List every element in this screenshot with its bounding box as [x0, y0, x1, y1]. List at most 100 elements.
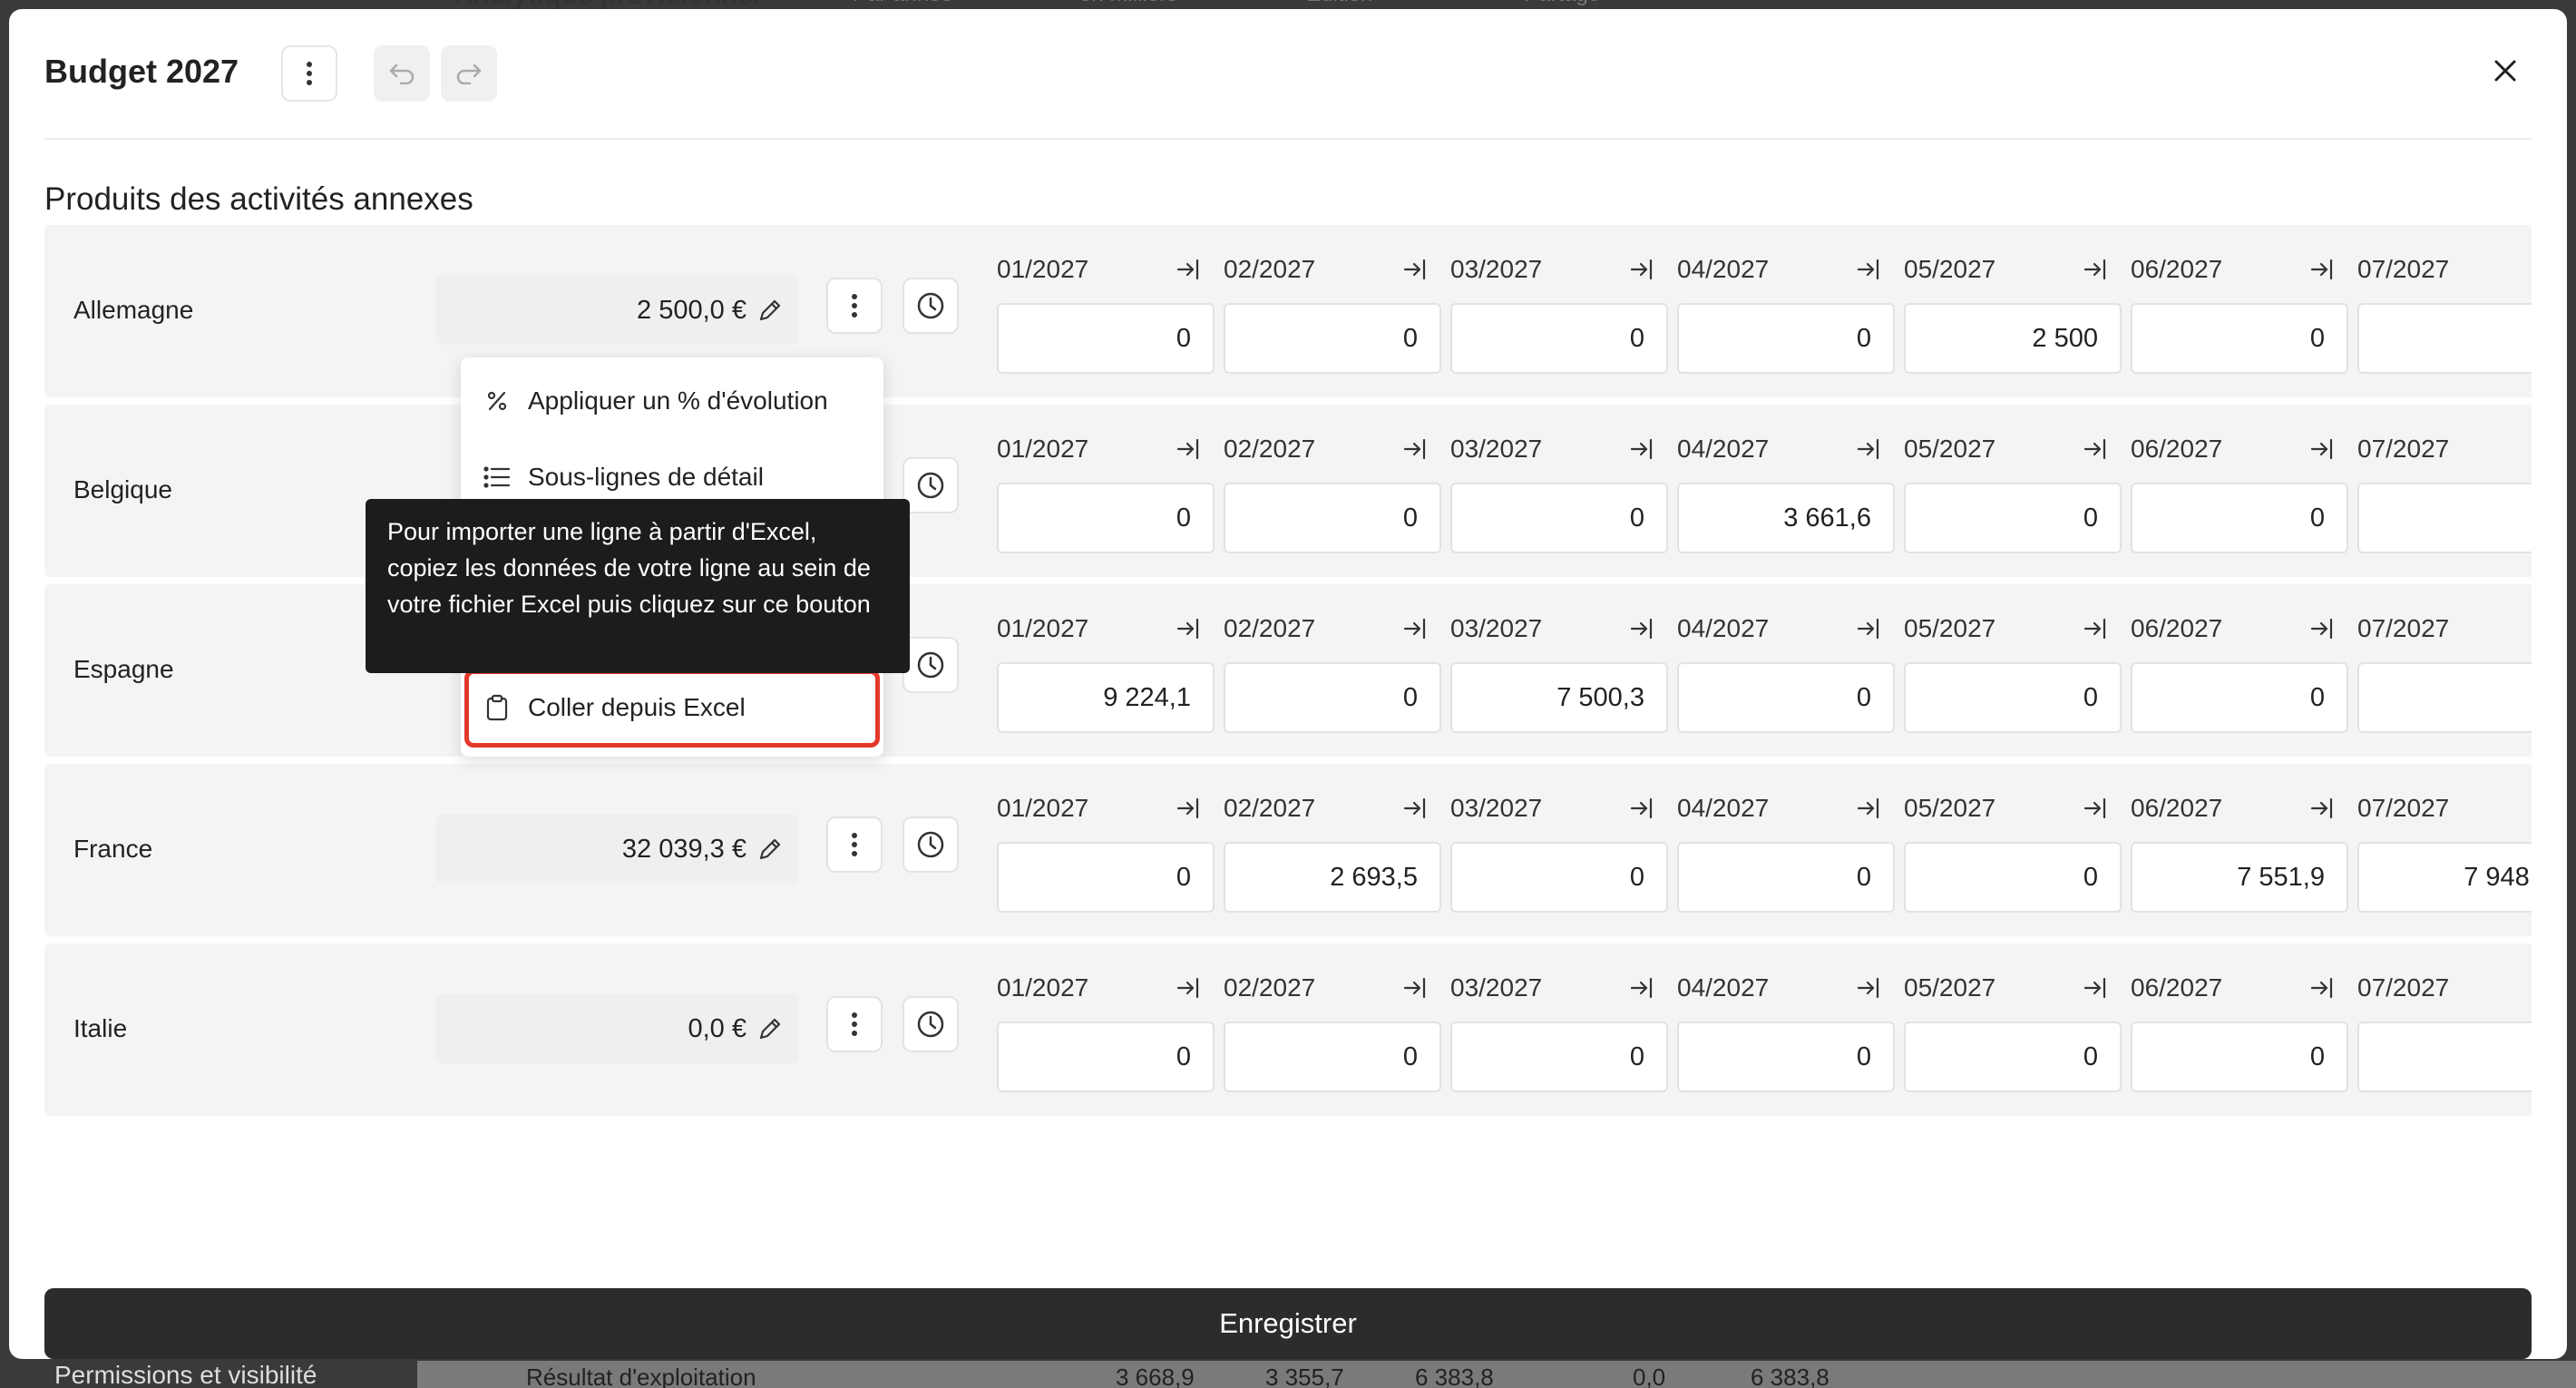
month-cell: 06/2027 0: [2131, 434, 2348, 553]
row-more-button[interactable]: [826, 996, 883, 1052]
arrow-into-icon[interactable]: [1628, 796, 1655, 821]
arrow-into-icon[interactable]: [1175, 975, 1202, 1001]
arrow-into-icon[interactable]: [1175, 257, 1202, 282]
arrow-into-icon[interactable]: [1401, 257, 1429, 282]
arrow-into-icon[interactable]: [2082, 257, 2109, 282]
month-label: 06/2027: [2131, 614, 2223, 642]
month-value-input[interactable]: 0: [1224, 483, 1441, 553]
month-value-input[interactable]: 0: [1450, 842, 1668, 913]
arrow-into-icon[interactable]: [1855, 975, 1882, 1001]
more-options-button[interactable]: [281, 45, 337, 102]
arrow-into-icon[interactable]: [1855, 616, 1882, 641]
month-value-input[interactable]: 0: [1677, 303, 1895, 374]
arrow-into-icon[interactable]: [1628, 436, 1655, 462]
arrow-into-icon[interactable]: [1628, 975, 1655, 1001]
month-value-input[interactable]: 2 500: [1904, 303, 2122, 374]
arrow-into-icon[interactable]: [1628, 616, 1655, 641]
month-cell: 05/2027 0: [1904, 973, 2122, 1092]
modal-title: Budget 2027: [44, 53, 239, 90]
month-value-input[interactable]: 0: [997, 303, 1215, 374]
month-cell: 04/2027 0: [1677, 973, 1895, 1092]
month-value-input[interactable]: 0: [1450, 303, 1668, 374]
month-value-input[interactable]: 0: [2357, 483, 2532, 553]
month-value-input[interactable]: 0: [1677, 842, 1895, 913]
arrow-into-icon[interactable]: [2308, 616, 2336, 641]
close-button[interactable]: [2487, 53, 2523, 89]
arrow-into-icon[interactable]: [2082, 975, 2109, 1001]
arrow-into-icon[interactable]: [1628, 257, 1655, 282]
month-value-input[interactable]: 2 693,5: [1224, 842, 1441, 913]
month-value-input[interactable]: 0: [2131, 662, 2348, 733]
undo-button[interactable]: [374, 45, 430, 102]
month-value-input[interactable]: 0: [2357, 1021, 2532, 1092]
month-value-input[interactable]: 0: [1904, 662, 2122, 733]
month-value-input[interactable]: 0: [1224, 1021, 1441, 1092]
row-total[interactable]: 2 500,0 €: [436, 276, 799, 345]
month-value-input[interactable]: 0: [1450, 1021, 1668, 1092]
history-button[interactable]: [903, 816, 959, 873]
month-value-input[interactable]: 7 551,9: [2131, 842, 2348, 913]
history-button[interactable]: [903, 457, 959, 513]
month-value-input[interactable]: 0: [2131, 1021, 2348, 1092]
row-total[interactable]: 0,0 €: [436, 994, 799, 1063]
arrow-into-icon[interactable]: [1855, 796, 1882, 821]
arrow-into-icon[interactable]: [1175, 436, 1202, 462]
row-more-button[interactable]: [826, 278, 883, 334]
month-value-input[interactable]: 0: [1677, 662, 1895, 733]
arrow-into-icon[interactable]: [1175, 796, 1202, 821]
pencil-icon[interactable]: [756, 296, 785, 325]
arrow-into-icon[interactable]: [1855, 436, 1882, 462]
month-value-input[interactable]: 0: [2357, 662, 2532, 733]
arrow-into-icon[interactable]: [2082, 436, 2109, 462]
month-value-input[interactable]: 0: [1904, 483, 2122, 553]
pencil-icon[interactable]: [756, 1014, 785, 1043]
menu-item-apply-evolution[interactable]: Appliquer un % d'évolution: [483, 386, 828, 415]
close-icon: [2494, 60, 2516, 82]
month-cell: 05/2027 0: [1904, 793, 2122, 913]
month-label: 03/2027: [1450, 614, 1543, 642]
row-more-button[interactable]: [826, 816, 883, 873]
arrow-into-icon[interactable]: [1175, 616, 1202, 641]
month-value-input[interactable]: 0: [2131, 303, 2348, 374]
month-value-input[interactable]: 0: [1677, 1021, 1895, 1092]
month-value-input[interactable]: 0: [997, 1021, 1215, 1092]
month-label: 05/2027: [1904, 255, 1996, 283]
row-total[interactable]: 32 039,3 €: [436, 815, 799, 884]
redo-button[interactable]: [441, 45, 497, 102]
month-value-input[interactable]: 7 500,3: [1450, 662, 1668, 733]
month-value-input[interactable]: 0: [997, 483, 1215, 553]
month-value-input[interactable]: 0: [1224, 303, 1441, 374]
month-value-input[interactable]: 3 661,6: [1677, 483, 1895, 553]
month-value-input[interactable]: 9 224,1: [997, 662, 1215, 733]
arrow-into-icon[interactable]: [1401, 436, 1429, 462]
arrow-into-icon[interactable]: [1855, 257, 1882, 282]
arrow-into-icon[interactable]: [2308, 975, 2336, 1001]
history-button[interactable]: [903, 278, 959, 334]
month-value-input[interactable]: 0: [997, 842, 1215, 913]
month-cell: 03/2027 0: [1450, 973, 1668, 1092]
arrow-into-icon[interactable]: [2082, 796, 2109, 821]
vertical-dots-icon: [307, 62, 312, 85]
menu-item-sub-lines[interactable]: Sous-lignes de détail: [483, 463, 764, 492]
arrow-into-icon[interactable]: [2308, 257, 2336, 282]
month-value-input[interactable]: 0: [1224, 662, 1441, 733]
month-value-input[interactable]: 7 948,8: [2357, 842, 2532, 913]
month-value-input[interactable]: 0: [1904, 1021, 2122, 1092]
history-button[interactable]: [903, 637, 959, 693]
month-value-input[interactable]: 0: [2357, 303, 2532, 374]
month-label: 01/2027: [997, 794, 1089, 822]
clock-icon: [917, 292, 944, 319]
save-button[interactable]: Enregistrer: [44, 1288, 2532, 1359]
month-value-input[interactable]: 0: [2131, 483, 2348, 553]
arrow-into-icon[interactable]: [2308, 796, 2336, 821]
arrow-into-icon[interactable]: [1401, 975, 1429, 1001]
percent-icon: [483, 386, 512, 415]
arrow-into-icon[interactable]: [2308, 436, 2336, 462]
month-value-input[interactable]: 0: [1450, 483, 1668, 553]
pencil-icon[interactable]: [756, 835, 785, 864]
month-value-input[interactable]: 0: [1904, 842, 2122, 913]
arrow-into-icon[interactable]: [1401, 616, 1429, 641]
history-button[interactable]: [903, 996, 959, 1052]
arrow-into-icon[interactable]: [2082, 616, 2109, 641]
arrow-into-icon[interactable]: [1401, 796, 1429, 821]
